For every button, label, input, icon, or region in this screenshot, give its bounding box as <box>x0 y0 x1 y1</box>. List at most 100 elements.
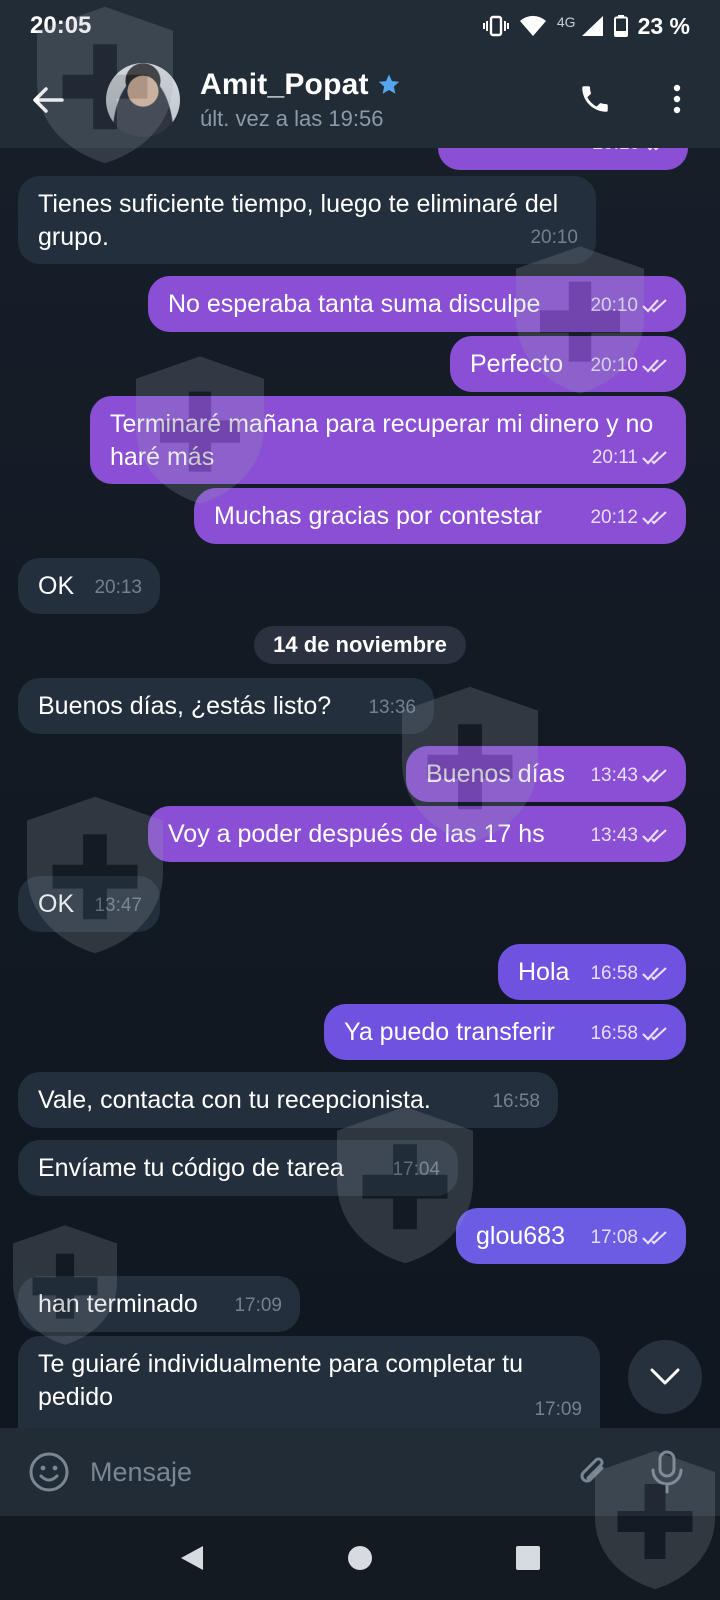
message-time: 13:36 <box>368 697 416 718</box>
emoji-button[interactable] <box>24 1447 74 1497</box>
message-bubble-outgoing[interactable]: Terminaré mañana para recuperar mi diner… <box>90 396 686 484</box>
more-options-button[interactable] <box>652 74 702 124</box>
message-bubble-incoming[interactable]: Envíame tu código de tarea 17:04 <box>18 1140 458 1196</box>
message-bubble-incoming[interactable]: Te guiaré individualmente para completar… <box>18 1336 600 1428</box>
message-time: 20:10 <box>590 295 638 316</box>
double-check-icon <box>642 966 667 981</box>
message-bubble-outgoing[interactable]: glou683 17:08 <box>456 1208 686 1264</box>
message-meta: 20:10 <box>590 349 672 382</box>
message-time: 17:09 <box>234 1295 282 1316</box>
double-check-icon <box>642 298 667 313</box>
message-time: 16:58 <box>492 1091 540 1112</box>
status-bar: 20:05 4G 23 % <box>0 0 720 52</box>
double-check-icon <box>642 510 667 525</box>
date-separator: 14 de noviembre <box>254 626 466 664</box>
message-meta: 17:08 <box>590 1221 672 1254</box>
nav-home-button[interactable] <box>340 1538 380 1578</box>
status-icons: 4G 23 % <box>482 12 690 40</box>
microphone-button[interactable] <box>642 1447 692 1497</box>
message-bubble-outgoing[interactable]: No esperaba tanta suma disculpe 20:10 <box>148 276 686 332</box>
triangle-back-icon <box>181 1546 203 1570</box>
message-bubble-outgoing[interactable]: Perfecto 20:10 <box>450 336 686 392</box>
back-button[interactable] <box>20 72 76 128</box>
message-text: Vale, contacta con tu recepcionista. <box>38 1086 431 1114</box>
message-meta: 17:04 <box>392 1153 440 1186</box>
message-bubble-outgoing[interactable]: Muchas gracias por contestar 20:12 <box>194 488 686 544</box>
message-text: Voy a poder después de las 17 hs <box>168 820 545 848</box>
message-time: 13:47 <box>94 895 142 916</box>
message-meta: 20:10 <box>530 221 578 254</box>
scroll-to-bottom-button[interactable] <box>628 1340 702 1414</box>
message-bubble-outgoing[interactable]: Voy a poder después de las 17 hs 13:43 <box>148 806 686 862</box>
message-text: Buenos días, ¿estás listo? <box>38 692 332 720</box>
avatar[interactable] <box>106 63 180 137</box>
battery-percent: 23 % <box>637 12 690 39</box>
message-text: Terminaré mañana para recuperar mi diner… <box>110 410 654 471</box>
phone-icon <box>582 86 608 112</box>
message-bubble-outgoing[interactable]: 20:10 <box>438 148 688 170</box>
message-text: Te guiaré individualmente para completar… <box>38 1350 523 1411</box>
message-meta: 13:36 <box>368 691 416 724</box>
message-time: 16:58 <box>590 1023 638 1044</box>
message-meta: 17:09 <box>234 1289 282 1322</box>
wifi-icon <box>519 15 547 37</box>
message-meta: 20:11 <box>592 441 672 474</box>
circle-home-icon <box>348 1546 372 1570</box>
message-text: Envíame tu código de tarea <box>38 1154 344 1182</box>
contact-info[interactable]: Amit_Popat últ. vez a las 19:56 <box>200 68 401 132</box>
message-bubble-outgoing[interactable]: Ya puedo transferir 16:58 <box>324 1004 686 1060</box>
message-meta: 16:58 <box>492 1085 540 1118</box>
message-text: Perfecto <box>470 350 564 378</box>
message-meta: 20:12 <box>590 501 672 534</box>
message-bubble-incoming[interactable]: Vale, contacta con tu recepcionista. 16:… <box>18 1072 558 1128</box>
message-text: Ya puedo transferir <box>344 1018 555 1046</box>
signal-icon <box>580 15 604 37</box>
message-time: 20:11 <box>591 447 638 468</box>
vibrate-icon <box>482 15 509 37</box>
message-meta: 13:43 <box>590 759 672 792</box>
message-time: 13:43 <box>590 765 638 786</box>
message-meta: 16:58 <box>590 957 672 990</box>
microphone-icon <box>651 1450 683 1494</box>
message-meta: 13:43 <box>590 819 672 852</box>
paperclip-icon <box>580 1457 604 1483</box>
message-bubble-outgoing[interactable]: Buenos días 13:43 <box>406 746 686 802</box>
message-meta: 20:10 <box>592 148 674 160</box>
message-text: glou683 <box>476 1222 565 1250</box>
star-badge-icon <box>378 74 399 94</box>
message-bubble-incoming[interactable]: Buenos días, ¿estás listo? 13:36 <box>18 678 434 734</box>
message-bubble-outgoing[interactable]: Hola 16:58 <box>498 944 686 1000</box>
message-text: Tienes suficiente tiempo, luego te elimi… <box>38 190 559 251</box>
message-bubble-incoming[interactable]: Tienes suficiente tiempo, luego te elimi… <box>18 176 596 264</box>
nav-recents-button[interactable] <box>508 1538 548 1578</box>
message-input[interactable] <box>90 1456 568 1488</box>
message-bubble-incoming[interactable]: OK 20:13 <box>18 558 160 614</box>
message-list[interactable]: 20:10 Tienes suficiente tiempo, luego te… <box>0 148 720 1428</box>
message-time: 13:43 <box>590 825 638 846</box>
emoji-icon <box>29 1452 69 1492</box>
chat-header: Amit_Popat últ. vez a las 19:56 <box>0 52 720 148</box>
call-button[interactable] <box>570 74 620 124</box>
message-time: 20:12 <box>590 507 638 528</box>
message-bubble-incoming[interactable]: OK 13:47 <box>18 876 160 932</box>
message-bubble-incoming[interactable]: han terminado 17:09 <box>18 1276 300 1332</box>
network-type: 4G <box>556 14 576 30</box>
message-meta: 13:47 <box>94 889 142 922</box>
system-navigation-bar <box>0 1516 720 1600</box>
message-text: No esperaba tanta suma disculpe <box>168 290 541 318</box>
attach-button[interactable] <box>568 1447 618 1497</box>
message-text: OK <box>38 572 75 600</box>
double-check-icon <box>642 1026 667 1041</box>
message-time: 17:08 <box>590 1227 638 1248</box>
nav-back-button[interactable] <box>172 1538 212 1578</box>
message-meta: 16:58 <box>590 1017 672 1050</box>
message-time: 20:10 <box>530 227 578 248</box>
double-check-icon <box>642 358 667 373</box>
message-time: 16:58 <box>590 963 638 984</box>
square-recents-icon <box>516 1546 540 1570</box>
message-text: Hola <box>518 958 570 986</box>
message-time: 20:10 <box>590 355 638 376</box>
message-meta: 17:09 <box>534 1393 582 1426</box>
arrow-left-icon <box>33 87 64 113</box>
message-text: Muchas gracias por contestar <box>214 502 542 530</box>
